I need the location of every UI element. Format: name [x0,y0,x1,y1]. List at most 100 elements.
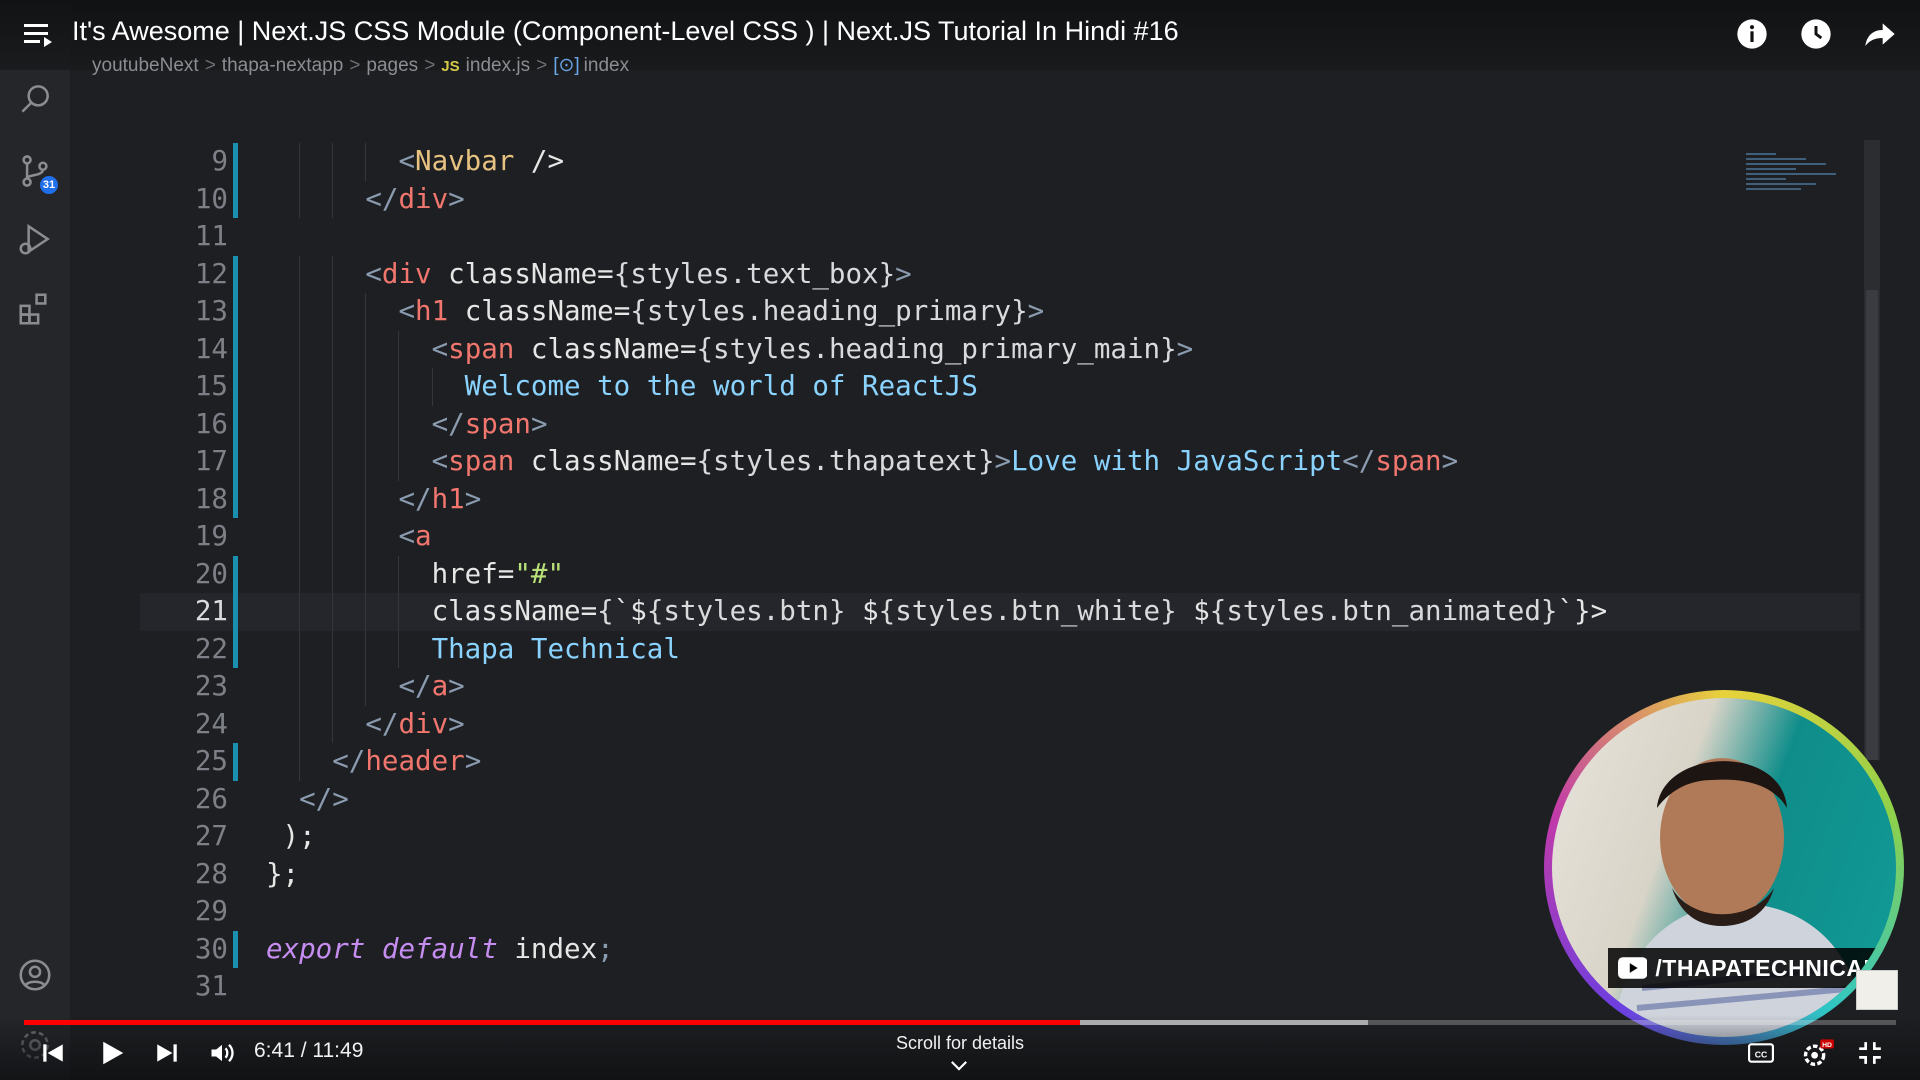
line-number: 13 [194,295,228,327]
chevron-down-icon[interactable] [950,1058,968,1076]
watch-later-icon[interactable] [1796,14,1836,54]
code-text[interactable]: <span className={styles.heading_primary_… [266,331,1194,369]
extensions-icon[interactable] [14,288,56,330]
gutter-modified-marker [233,593,238,631]
breadcrumb-item-file[interactable]: index.js [466,55,530,76]
code-text[interactable]: ); [266,818,316,856]
line-number: 17 [194,445,228,477]
code-text[interactable]: }; [266,856,299,894]
vertical-scrollbar[interactable] [1864,140,1880,760]
gutter-modified-marker [233,255,238,293]
source-control-icon[interactable]: 31 [14,150,58,194]
captions-icon[interactable]: CC [1746,1035,1776,1071]
breadcrumb-item-folder[interactable]: pages [366,55,418,76]
code-line[interactable]: 9 <Navbar /> [140,143,1860,181]
code-line[interactable]: 14 <span className={styles.heading_prima… [140,330,1860,369]
breadcrumb: youtubeNext > thapa-nextapp > pages > JS index.… [92,55,630,76]
code-text[interactable]: <div className={styles.text_box}> [266,256,911,294]
activity-bar: 31 [0,0,70,1080]
share-icon[interactable] [1860,14,1900,54]
breadcrumb-item-symbol[interactable]: index [584,55,629,76]
code-text[interactable]: </h1> [266,481,481,519]
video-title[interactable]: It's Awesome | Next.JS CSS Module (Compo… [72,16,1179,47]
run-debug-icon[interactable] [14,218,56,260]
gutter-modified-marker [233,330,238,368]
line-number: 21 [194,595,228,627]
line-number: 30 [194,932,228,965]
line-number: 24 [194,707,228,740]
gutter-modified-marker [233,180,238,218]
code-text[interactable]: </div> [266,181,464,219]
code-text[interactable]: </header> [266,743,481,781]
code-line[interactable]: 12 <div className={styles.text_box}> [140,255,1860,294]
js-file-icon: JS [441,58,460,75]
line-number: 19 [194,520,228,552]
code-line[interactable]: 22 Thapa Technical [140,630,1860,669]
line-number: 28 [194,857,228,890]
webcam-overlay: /THAPATECHNICAL [1544,690,1904,1045]
code-text[interactable]: <a [266,518,431,556]
code-text[interactable]: </span> [266,406,548,444]
code-text[interactable]: </a> [266,668,464,706]
scroll-for-details[interactable]: Scroll for details [0,1033,1920,1054]
code-text[interactable]: <h1 className={styles.heading_primary}> [266,293,1044,331]
line-number: 10 [194,182,228,215]
code-line[interactable]: 20 href="#" [140,555,1860,594]
gutter-modified-marker [233,143,238,181]
code-line[interactable]: 18 </h1> [140,480,1860,519]
code-line[interactable]: 13 <h1 className={styles.heading_primary… [140,293,1860,331]
code-line[interactable]: 21 className={`${styles.btn} ${styles.bt… [140,593,1860,631]
channel-handle: /THAPATECHNICAL [1655,954,1878,981]
gutter-modified-marker [233,443,238,481]
line-number: 22 [194,632,228,665]
search-icon[interactable] [14,78,56,120]
code-line[interactable]: 15 Welcome to the world of ReactJS [140,368,1860,406]
progress-bar[interactable] [24,1020,1896,1025]
code-text[interactable]: </> [266,781,349,819]
line-number: 27 [194,820,228,852]
presenter-video: /THAPATECHNICAL [1552,698,1896,1037]
line-number: 9 [211,145,228,177]
line-number: 26 [194,782,228,815]
code-text[interactable]: Thapa Technical [266,631,680,669]
code-text[interactable]: href="#" [266,556,564,594]
code-line[interactable]: 16 </span> [140,405,1860,444]
code-line[interactable]: 10 </div> [140,180,1860,219]
minimap[interactable] [1746,150,1856,220]
svg-text:HD: HD [1822,1042,1832,1049]
playlist-menu-icon[interactable] [22,20,56,50]
code-line[interactable]: 11 [140,218,1860,256]
source-control-badge: 31 [40,176,58,194]
line-number: 11 [194,220,228,252]
code-text[interactable]: className={`${styles.btn} ${styles.btn_w… [266,593,1608,631]
settings-hd-icon[interactable]: HD [1800,1035,1836,1071]
gutter-modified-marker [233,930,238,968]
code-text[interactable]: <span className={styles.thapatext}>Love … [266,443,1459,481]
svg-text:CC: CC [1755,1049,1768,1059]
code-text[interactable]: Welcome to the world of ReactJS [266,368,978,406]
code-line[interactable]: 19 <a [140,518,1860,556]
exit-fullscreen-icon[interactable] [1854,1035,1886,1071]
code-text[interactable]: </div> [266,706,464,744]
account-icon[interactable] [14,954,56,996]
gutter-modified-marker [233,743,238,781]
code-line[interactable]: 17 <span className={styles.thapatext}>Lo… [140,443,1860,481]
breadcrumb-item-workspace[interactable]: youtubeNext [92,55,199,76]
code-text[interactable]: <Navbar /> [266,143,564,181]
line-number: 18 [194,482,228,515]
gutter-modified-marker [233,405,238,443]
code-text[interactable]: export default index; [266,931,614,969]
code-line[interactable]: 23 </a> [140,668,1860,706]
gutter-modified-marker [233,293,238,331]
youtube-logo-icon [1618,957,1648,979]
progress-played [24,1020,1080,1025]
line-number: 14 [194,332,228,365]
breadcrumb-item-project[interactable]: thapa-nextapp [222,55,344,76]
line-number: 25 [194,745,228,777]
gutter-modified-marker [233,630,238,668]
info-icon[interactable] [1732,14,1772,54]
channel-badge: /THAPATECHNICAL [1608,948,1878,988]
scrollbar-thumb[interactable] [1866,290,1878,760]
line-number: 29 [194,895,228,927]
gutter-modified-marker [233,368,238,406]
